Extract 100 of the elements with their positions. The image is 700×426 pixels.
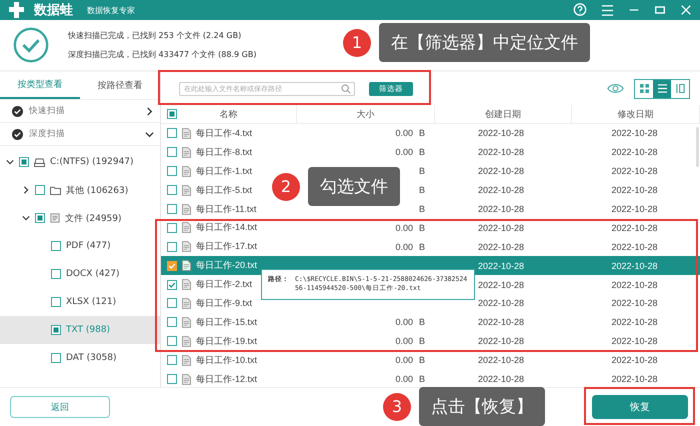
size-unit: B bbox=[418, 355, 425, 366]
checkbox[interactable] bbox=[167, 185, 177, 196]
file-size: 0.00 bbox=[395, 128, 413, 138]
modified-date: 2022-10-28 bbox=[611, 222, 658, 233]
view-tab[interactable]: 按类型查看 bbox=[0, 72, 80, 99]
file-size: 0.00 bbox=[395, 222, 413, 233]
column-header[interactable]: 修改日期 bbox=[618, 108, 654, 120]
eye-icon[interactable] bbox=[607, 83, 624, 94]
list-view-button[interactable] bbox=[653, 80, 671, 98]
checkbox[interactable] bbox=[167, 166, 177, 176]
created-date: 2022-10-28 bbox=[478, 166, 524, 176]
checkbox[interactable] bbox=[167, 374, 177, 384]
file-size: 0.00 bbox=[395, 355, 413, 366]
chevron-down-icon[interactable] bbox=[6, 158, 14, 166]
checkbox[interactable] bbox=[167, 222, 177, 233]
chevron-right-icon[interactable] bbox=[22, 186, 30, 194]
created-date: 2022-10-28 bbox=[478, 374, 524, 384]
modified-date: 2022-10-28 bbox=[611, 242, 658, 252]
size-unit: B bbox=[418, 222, 425, 233]
checkbox[interactable] bbox=[167, 298, 177, 308]
file-size: 0.00 bbox=[395, 147, 413, 158]
file-size: 0.00 bbox=[395, 336, 413, 346]
file-name: 每日工作-9.txt bbox=[196, 296, 252, 310]
checkbox[interactable] bbox=[167, 204, 177, 214]
chevron-down-icon[interactable] bbox=[22, 214, 30, 222]
chevron-right-icon[interactable] bbox=[145, 106, 154, 116]
modified-date: 2022-10-28 bbox=[611, 298, 658, 308]
checkbox[interactable] bbox=[167, 317, 177, 328]
created-date: 2022-10-28 bbox=[478, 298, 524, 308]
help-icon[interactable] bbox=[573, 3, 587, 17]
size-unit: B bbox=[418, 317, 425, 328]
search-icon bbox=[341, 84, 351, 94]
document-icon bbox=[182, 279, 191, 290]
scrollbar[interactable] bbox=[696, 127, 699, 167]
document-icon bbox=[182, 222, 191, 234]
callout-bubble: 在【筛选器】中定位文件 bbox=[379, 23, 590, 62]
modified-date: 2022-10-28 bbox=[611, 204, 658, 214]
modified-date: 2022-10-28 bbox=[611, 166, 658, 176]
scan-label[interactable]: 深度扫描 bbox=[29, 128, 139, 140]
checkbox[interactable] bbox=[51, 353, 61, 363]
tree-item[interactable]: 其他 (106263) bbox=[66, 184, 128, 196]
scan-summary-text: 深度扫描已完成，已找到 433477 个文件 (88.9 GB) bbox=[68, 49, 256, 60]
modified-date: 2022-10-28 bbox=[611, 317, 658, 328]
checkbox[interactable] bbox=[35, 185, 45, 195]
created-date: 2022-10-28 bbox=[478, 147, 524, 158]
tree-item[interactable]: XLSX (121) bbox=[66, 297, 116, 307]
callout-bubble: 勾选文件 bbox=[308, 167, 400, 206]
checkbox[interactable] bbox=[51, 269, 61, 279]
created-date: 2022-10-28 bbox=[478, 280, 524, 290]
size-unit: B bbox=[418, 374, 425, 384]
checkbox[interactable] bbox=[167, 242, 177, 252]
checkbox[interactable] bbox=[35, 213, 45, 223]
select-all-checkbox[interactable] bbox=[167, 109, 177, 119]
checkbox[interactable] bbox=[167, 260, 177, 271]
close-icon[interactable] bbox=[680, 4, 692, 16]
document-icon bbox=[182, 241, 191, 252]
document-icon bbox=[182, 336, 191, 347]
file-name: 每日工作-4.txt bbox=[196, 126, 252, 140]
scan-label[interactable]: 快速扫描 bbox=[29, 105, 139, 117]
modified-date: 2022-10-28 bbox=[611, 185, 658, 196]
checkbox[interactable] bbox=[167, 128, 177, 138]
columns-icon bbox=[676, 84, 684, 93]
file-size: 0.00 bbox=[395, 242, 413, 252]
checkbox[interactable] bbox=[51, 325, 61, 335]
file-name: 每日工作-20.txt bbox=[196, 259, 258, 272]
document-icon bbox=[182, 146, 191, 158]
chevron-down-icon[interactable] bbox=[145, 130, 154, 138]
tree-item[interactable]: C:(NTFS) (192947) bbox=[50, 157, 134, 167]
maximize-icon[interactable] bbox=[654, 4, 666, 16]
modified-date: 2022-10-28 bbox=[611, 147, 658, 158]
created-date: 2022-10-28 bbox=[478, 355, 524, 366]
checkbox[interactable] bbox=[51, 241, 61, 251]
column-header[interactable]: 名称 bbox=[220, 108, 238, 120]
created-date: 2022-10-28 bbox=[478, 128, 524, 138]
file-name: 每日工作-8.txt bbox=[196, 146, 252, 159]
document-icon bbox=[182, 128, 191, 139]
checkbox[interactable] bbox=[51, 297, 61, 307]
tree-item[interactable]: 文件 (24959) bbox=[65, 212, 122, 224]
tree-item[interactable]: PDF (477) bbox=[66, 241, 111, 251]
checkbox[interactable] bbox=[167, 355, 177, 366]
document-icon bbox=[182, 204, 191, 214]
checkbox[interactable] bbox=[167, 147, 177, 158]
column-header[interactable]: 创建日期 bbox=[485, 108, 521, 120]
file-name: 每日工作-19.txt bbox=[196, 334, 258, 348]
file-name: 每日工作-2.txt bbox=[196, 278, 252, 292]
tree-item[interactable]: DOCX (427) bbox=[66, 269, 120, 279]
size-unit: B bbox=[418, 147, 425, 158]
checkbox[interactable] bbox=[19, 157, 29, 167]
back-button[interactable]: 返回 bbox=[10, 396, 110, 418]
size-unit: B bbox=[418, 166, 425, 176]
tree-item[interactable]: DAT (3058) bbox=[66, 353, 117, 363]
recover-button[interactable]: 恢复 bbox=[592, 395, 688, 419]
menu-icon[interactable] bbox=[601, 4, 614, 16]
view-tab[interactable]: 按路径查看 bbox=[80, 72, 160, 99]
checkbox[interactable] bbox=[167, 280, 177, 290]
checkbox[interactable] bbox=[167, 336, 177, 346]
modified-date: 2022-10-28 bbox=[611, 374, 658, 384]
size-unit: B bbox=[418, 204, 425, 214]
column-header[interactable]: 大小 bbox=[356, 108, 374, 120]
size-unit: B bbox=[418, 336, 425, 346]
